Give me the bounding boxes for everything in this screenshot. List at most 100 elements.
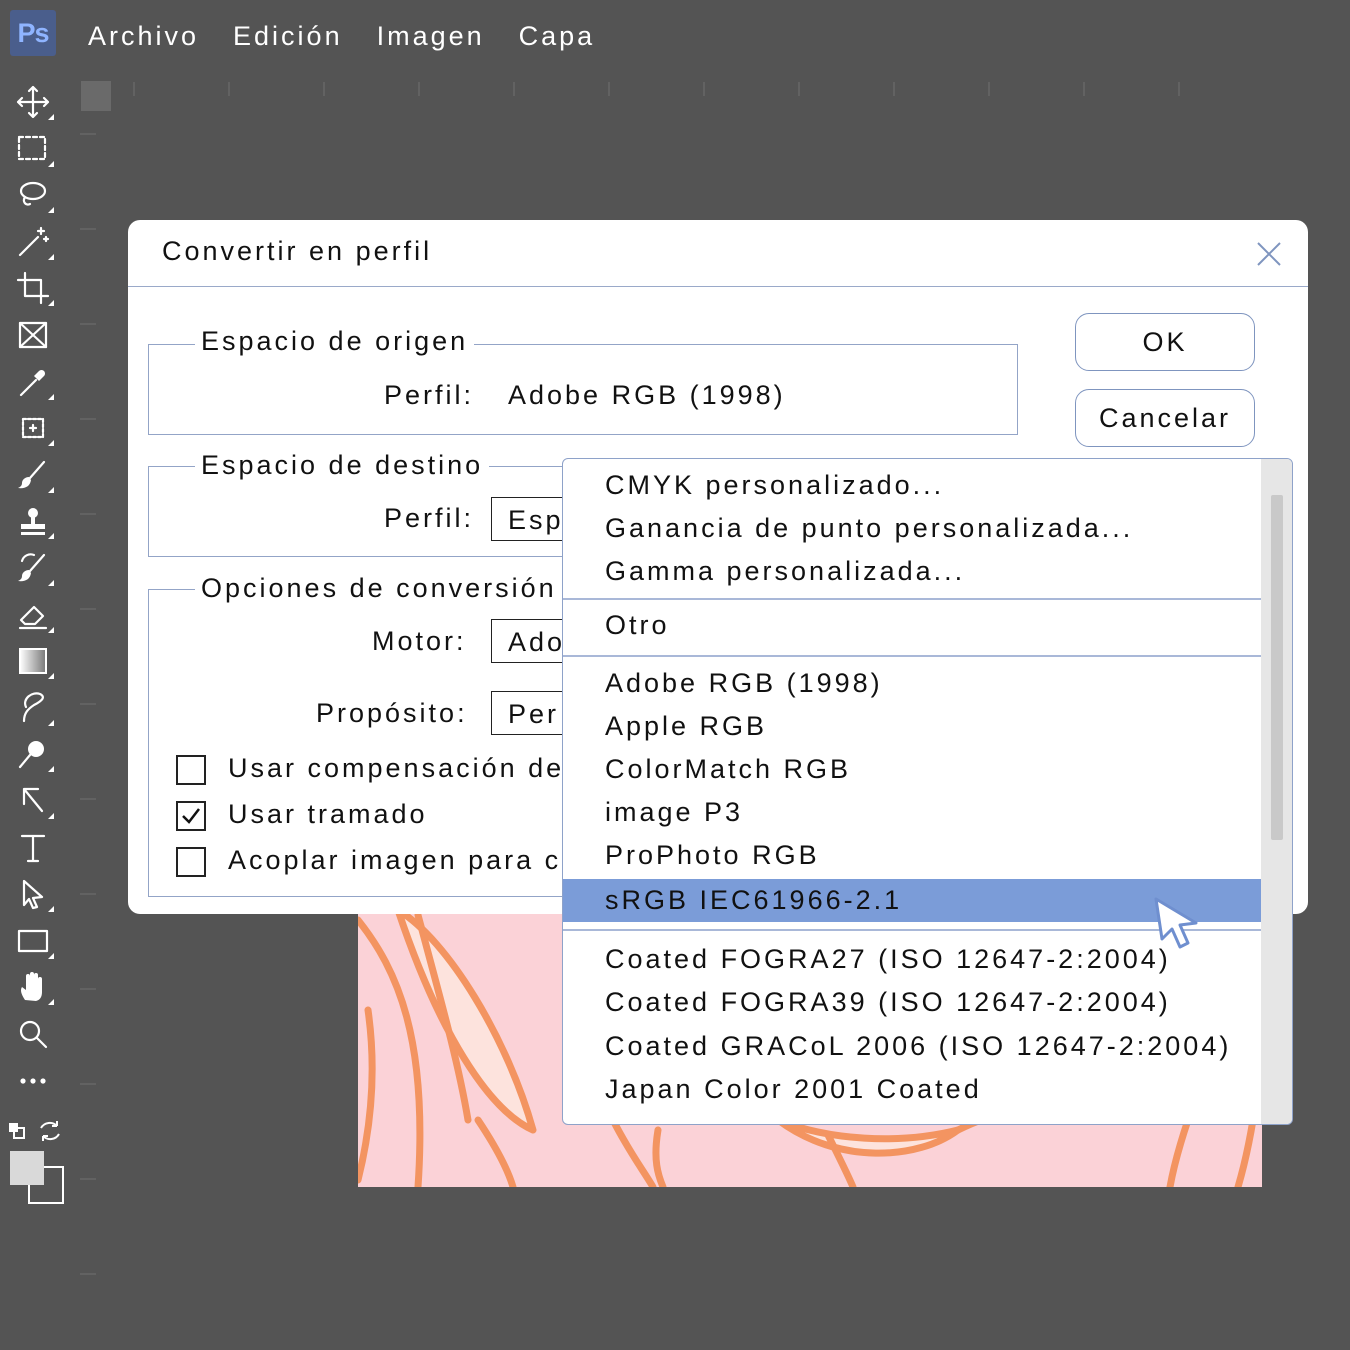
ruler-tick (703, 82, 705, 96)
cancel-button[interactable]: Cancelar (1075, 389, 1255, 447)
dodge-icon (18, 741, 44, 769)
tool-group-indicator (48, 440, 54, 447)
profile-option[interactable]: CMYK personalizado... (563, 464, 1261, 507)
profile-option[interactable]: Apple RGB (563, 705, 1261, 748)
tool-group-indicator (48, 300, 54, 307)
destination-profile-label: Perfil: (384, 503, 475, 533)
pen-icon (22, 787, 44, 813)
dodge-tool[interactable] (8, 734, 58, 774)
ruler-tick (80, 1083, 96, 1085)
smudge-tool[interactable] (8, 688, 58, 728)
magic-wand-tool[interactable] (8, 222, 58, 262)
crop-icon (16, 272, 50, 305)
brush-tool[interactable] (8, 455, 58, 495)
dither-checkbox[interactable] (176, 801, 206, 831)
black-point-compensation-checkbox[interactable] (176, 755, 206, 785)
ruler-tick (418, 82, 420, 96)
ruler-tick (80, 1273, 96, 1275)
tool-group-indicator (48, 533, 54, 540)
tool-group-indicator (48, 626, 54, 633)
ruler-tick (608, 82, 610, 96)
frame-icon (18, 321, 48, 349)
menu-archivo[interactable]: Archivo (88, 18, 199, 54)
tool-group-indicator (48, 999, 54, 1006)
more-tool[interactable] (8, 1061, 58, 1101)
menu-imagen[interactable]: Imagen (377, 18, 485, 54)
lasso-tool[interactable] (8, 175, 58, 215)
menu-capa[interactable]: Capa (519, 18, 596, 54)
profile-option[interactable]: Japan Color 2001 Coated (563, 1068, 1261, 1111)
checkmark-icon (182, 808, 200, 824)
eyedropper-tool[interactable] (8, 362, 58, 402)
tool-group-indicator (48, 952, 54, 959)
move-tool[interactable] (8, 82, 58, 122)
ok-button[interactable]: OK (1075, 313, 1255, 371)
flatten-image-checkbox[interactable] (176, 847, 206, 877)
history-brush-tool[interactable] (8, 548, 58, 588)
profile-option[interactable]: image P3 (563, 791, 1261, 834)
close-icon[interactable] (1254, 239, 1284, 269)
gradient-tool[interactable] (8, 641, 58, 681)
path-selection-tool[interactable] (8, 874, 58, 914)
foreground-color-swatch[interactable] (10, 1151, 44, 1185)
ruler-tick (80, 228, 96, 230)
frame-tool[interactable] (8, 315, 58, 355)
type-tool[interactable] (8, 828, 58, 868)
ruler-tick (80, 703, 96, 705)
menu-edicion[interactable]: Edición (233, 18, 343, 54)
profile-option[interactable]: Gamma personalizada... (563, 550, 1261, 593)
ruler-tick (80, 893, 96, 895)
lasso-icon (19, 182, 47, 206)
default-colors-icon[interactable] (8, 1122, 28, 1142)
ruler-tick (80, 608, 96, 610)
zoom-tool[interactable] (8, 1014, 58, 1054)
source-profile-label: Perfil: (384, 380, 475, 410)
stamp-tool[interactable] (8, 501, 58, 541)
intent-label: Propósito: (316, 698, 468, 728)
source-space-legend: Espacio de origen (195, 326, 475, 357)
tool-group-indicator (48, 719, 54, 726)
healing-tool[interactable] (8, 408, 58, 448)
gradient-icon (19, 648, 47, 675)
ruler-tick (80, 1178, 96, 1180)
dropdown-scroll-thumb[interactable] (1271, 495, 1283, 840)
crop-tool[interactable] (8, 268, 58, 308)
hand-icon (21, 972, 42, 1002)
tool-group-indicator (48, 393, 54, 400)
dialog-title: Convertir en perfil (162, 236, 433, 266)
stamp-icon (21, 508, 45, 536)
ruler-tick (228, 82, 230, 96)
eraser-tool[interactable] (8, 595, 58, 635)
source-profile-value: Adobe RGB (1998) (508, 380, 786, 410)
engine-label: Motor: (372, 626, 467, 656)
tool-group-indicator (48, 114, 54, 120)
hand-tool[interactable] (8, 967, 58, 1007)
history-brush-icon (18, 553, 46, 582)
rectangle-icon (17, 929, 49, 952)
profile-option[interactable]: ColorMatch RGB (563, 748, 1261, 791)
ruler-tick (80, 418, 96, 420)
profile-option[interactable]: ProPhoto RGB (563, 834, 1261, 877)
ruler-origin (81, 81, 111, 111)
profile-option[interactable]: Coated GRACoL 2006 (ISO 12647-2:2004) (563, 1025, 1261, 1068)
profile-option[interactable]: Ganancia de punto personalizada... (563, 507, 1261, 550)
dither-label: Usar tramado (228, 799, 428, 829)
tool-group-indicator (48, 486, 54, 493)
tool-group-indicator (48, 253, 54, 260)
swap-colors-icon[interactable] (38, 1120, 62, 1142)
profile-option[interactable]: Coated FOGRA39 (ISO 12647-2:2004) (563, 981, 1261, 1024)
ruler-tick (1083, 82, 1085, 96)
profile-option[interactable]: Otro (563, 604, 1261, 647)
eyedropper-icon (19, 369, 46, 396)
ruler-tick (988, 82, 990, 96)
ruler-tick (798, 82, 800, 96)
ruler-tick (513, 82, 515, 96)
profile-option[interactable]: Adobe RGB (1998) (563, 662, 1261, 705)
ruler-tick (80, 798, 96, 800)
pen-tool[interactable] (8, 781, 58, 821)
ruler-tick (1178, 82, 1180, 96)
marquee-tool[interactable] (8, 129, 58, 169)
photoshop-logo: Ps (10, 10, 56, 56)
rectangle-tool[interactable] (8, 921, 58, 961)
black-point-compensation-label: Usar compensación de (228, 753, 565, 783)
